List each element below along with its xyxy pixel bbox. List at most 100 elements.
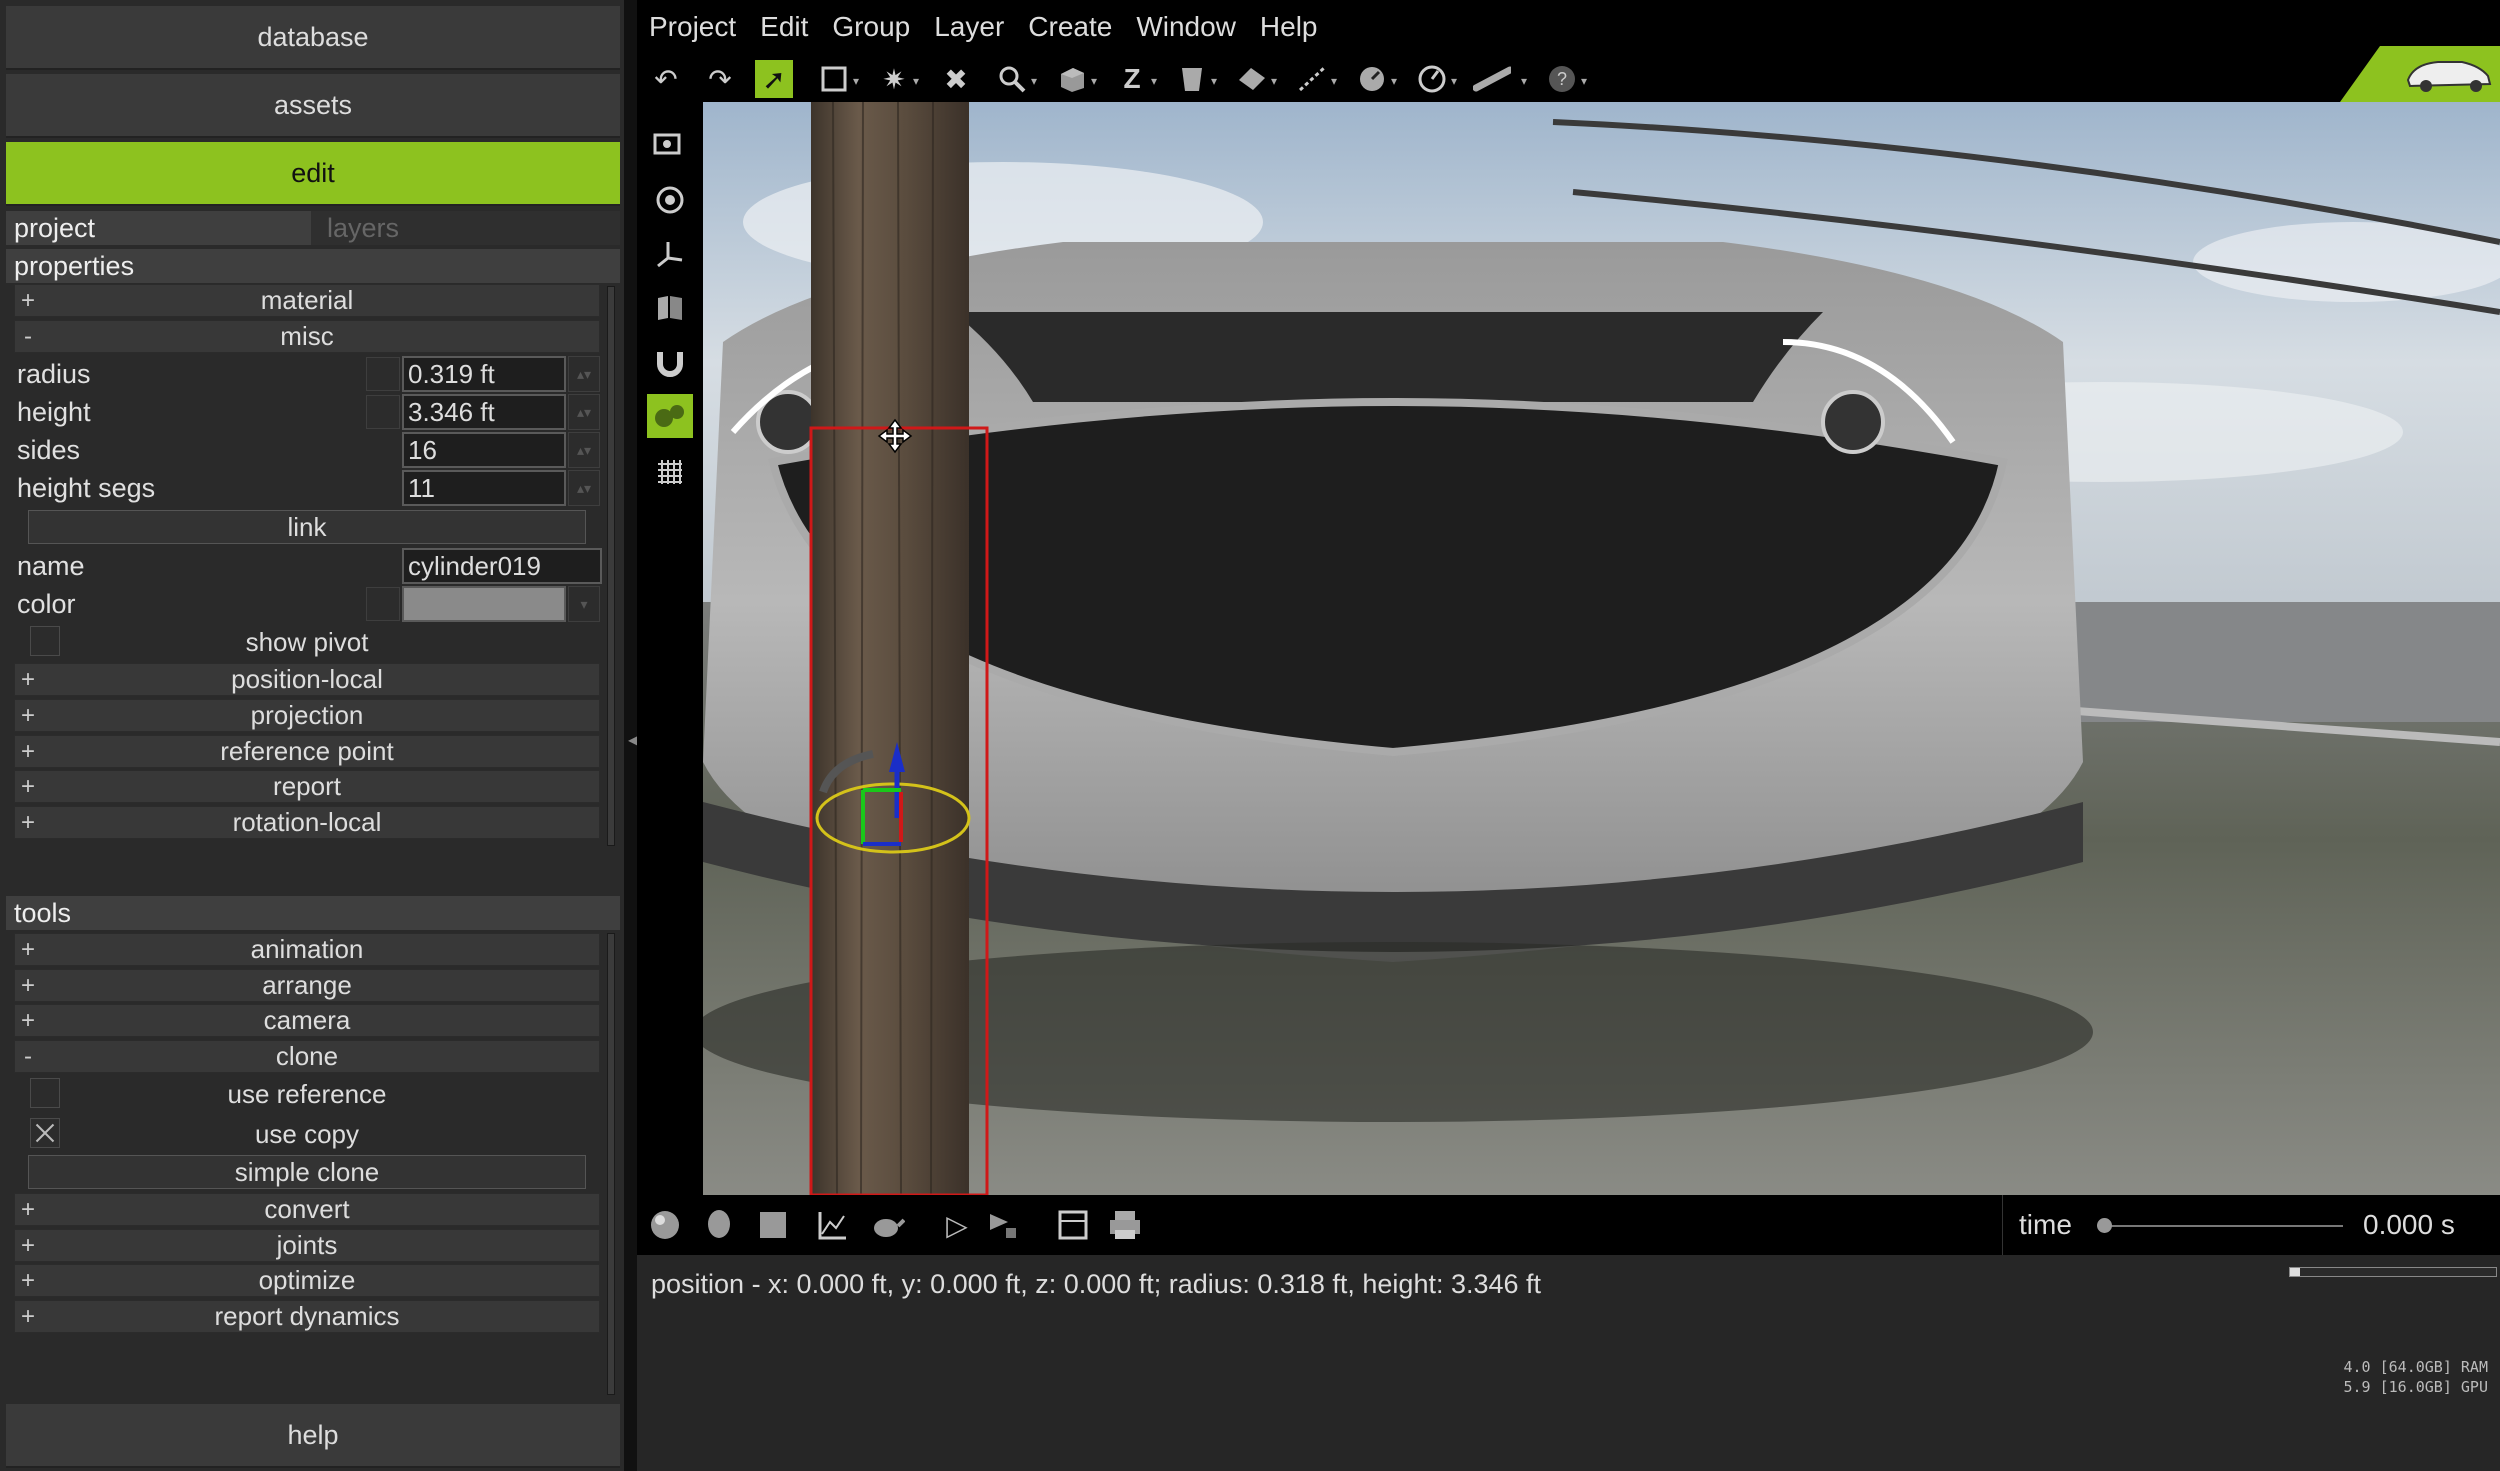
height-anim-toggle[interactable] [366, 395, 400, 429]
tab-project[interactable]: project [6, 211, 311, 245]
gauge-caret-icon[interactable]: ▾ [1451, 74, 1457, 88]
radius-spinner[interactable]: ▴▾ [568, 356, 600, 392]
record-icon[interactable] [983, 1205, 1023, 1245]
gears-icon[interactable] [647, 394, 693, 438]
assets-button[interactable]: assets [6, 74, 620, 138]
sphere-icon[interactable] [645, 1205, 685, 1245]
help-button[interactable]: help [6, 1404, 620, 1468]
radius-anim-toggle[interactable] [366, 357, 400, 391]
group-convert[interactable]: convert + [14, 1193, 600, 1226]
zoom-icon[interactable] [993, 60, 1031, 98]
bucket-caret-icon[interactable]: ▾ [1211, 74, 1217, 88]
measure-caret-icon[interactable]: ▾ [1331, 74, 1337, 88]
redo-icon[interactable]: ↷ [701, 60, 739, 98]
explode-icon[interactable]: ✷ [875, 60, 913, 98]
group-label: joints [276, 1230, 338, 1260]
menu-create[interactable]: Create [1016, 11, 1124, 43]
paint-icon[interactable] [1233, 60, 1271, 98]
layout-icon[interactable] [1053, 1205, 1093, 1245]
square-icon[interactable] [753, 1205, 793, 1245]
height-segs-spinner[interactable]: ▴▾ [568, 470, 600, 506]
pipe-icon[interactable] [1473, 60, 1511, 98]
name-field[interactable]: cylinder019 [402, 548, 602, 584]
database-button[interactable]: database [6, 6, 620, 70]
help-caret-icon[interactable]: ▾ [1581, 74, 1587, 88]
rect-select-caret-icon[interactable]: ▾ [853, 74, 859, 88]
tab-layers[interactable]: layers [311, 211, 620, 245]
group-optimize[interactable]: optimize + [14, 1264, 600, 1297]
group-misc[interactable]: misc - [14, 320, 600, 353]
sides-spinner[interactable]: ▴▾ [568, 432, 600, 468]
color-swatch[interactable] [402, 586, 566, 622]
group-reference-point[interactable]: reference point + [14, 735, 600, 768]
cube-caret-icon[interactable]: ▾ [1091, 74, 1097, 88]
group-report[interactable]: report + [14, 770, 600, 803]
camera-view-icon[interactable] [647, 122, 693, 166]
menu-edit[interactable]: Edit [748, 11, 820, 43]
group-label: camera [263, 1005, 351, 1035]
group-material[interactable]: material + [14, 284, 600, 317]
group-report-dynamics[interactable]: report dynamics + [14, 1300, 600, 1333]
compass-icon[interactable] [1353, 60, 1391, 98]
delete-icon[interactable]: ✖ [937, 60, 975, 98]
rect-select-icon[interactable] [815, 60, 853, 98]
cube-icon[interactable] [1053, 60, 1091, 98]
map-icon[interactable] [647, 286, 693, 330]
group-projection[interactable]: projection + [14, 699, 600, 732]
menu-window[interactable]: Window [1124, 11, 1248, 43]
tools-scrollbar[interactable] [607, 933, 615, 1395]
head-icon[interactable] [699, 1205, 739, 1245]
show-pivot-row[interactable]: show pivot [14, 624, 600, 660]
select-arrow-icon[interactable]: ➚ [755, 60, 793, 98]
teapot-icon[interactable] [867, 1205, 907, 1245]
group-arrange[interactable]: arrange + [14, 969, 600, 1002]
play-icon[interactable]: ▷ [937, 1205, 977, 1245]
menu-project[interactable]: Project [637, 11, 748, 43]
use-reference-row[interactable]: use reference [14, 1076, 600, 1112]
simple-clone-button[interactable]: simple clone [28, 1155, 586, 1189]
grid-icon[interactable] [647, 450, 693, 494]
pipe-caret-icon[interactable]: ▾ [1521, 74, 1527, 88]
z-axis-icon[interactable]: Z [1113, 60, 1151, 98]
graph-icon[interactable] [813, 1205, 853, 1245]
menu-help[interactable]: Help [1248, 11, 1330, 43]
magnet-icon[interactable] [647, 340, 693, 384]
properties-scrollbar[interactable] [607, 286, 615, 846]
explode-caret-icon[interactable]: ▾ [913, 74, 919, 88]
link-button[interactable]: link [28, 510, 586, 544]
group-animation[interactable]: animation + [14, 933, 600, 966]
time-slider-track[interactable] [2103, 1225, 2343, 1227]
use-copy-row[interactable]: use copy [14, 1116, 600, 1152]
height-field[interactable]: 3.346 ft [402, 394, 566, 430]
z-axis-caret-icon[interactable]: ▾ [1151, 74, 1157, 88]
zoom-caret-icon[interactable]: ▾ [1031, 74, 1037, 88]
print-icon[interactable] [1105, 1205, 1145, 1245]
group-rotation-local[interactable]: rotation-local + [14, 806, 600, 839]
measure-icon[interactable] [1293, 60, 1331, 98]
group-clone[interactable]: clone - [14, 1040, 600, 1073]
3d-viewport[interactable] [703, 102, 2500, 1195]
height-segs-field[interactable]: 11 [402, 470, 566, 506]
bucket-icon[interactable] [1173, 60, 1211, 98]
menu-group[interactable]: Group [820, 11, 922, 43]
group-joints[interactable]: joints + [14, 1229, 600, 1262]
compass-caret-icon[interactable]: ▾ [1391, 74, 1397, 88]
height-spinner[interactable]: ▴▾ [568, 394, 600, 430]
undo-icon[interactable]: ↶ [647, 60, 685, 98]
orbit-icon[interactable] [647, 178, 693, 222]
group-camera[interactable]: camera + [14, 1004, 600, 1037]
toolbar: ↶ ↷ ➚ ▾ ✷ ▾ ✖ ▾ ▾ Z ▾ ▾ ▾ ▾ ▾ ▾ ▾ ? ▾ [637, 54, 2500, 102]
gauge-icon[interactable] [1413, 60, 1451, 98]
radius-field[interactable]: 0.319 ft [402, 356, 566, 392]
group-position-local[interactable]: position-local + [14, 663, 600, 696]
menu-layer[interactable]: Layer [922, 11, 1016, 43]
edit-button[interactable]: edit [6, 142, 620, 206]
sides-field[interactable]: 16 [402, 432, 566, 468]
time-slider-knob[interactable] [2097, 1218, 2112, 1233]
paint-caret-icon[interactable]: ▾ [1271, 74, 1277, 88]
color-anim-toggle[interactable] [366, 587, 400, 621]
help-circle-icon[interactable]: ? [1543, 60, 1581, 98]
color-dropdown[interactable]: ▾ [568, 586, 600, 622]
axes-icon[interactable] [647, 232, 693, 276]
group-label: clone [275, 1041, 339, 1071]
